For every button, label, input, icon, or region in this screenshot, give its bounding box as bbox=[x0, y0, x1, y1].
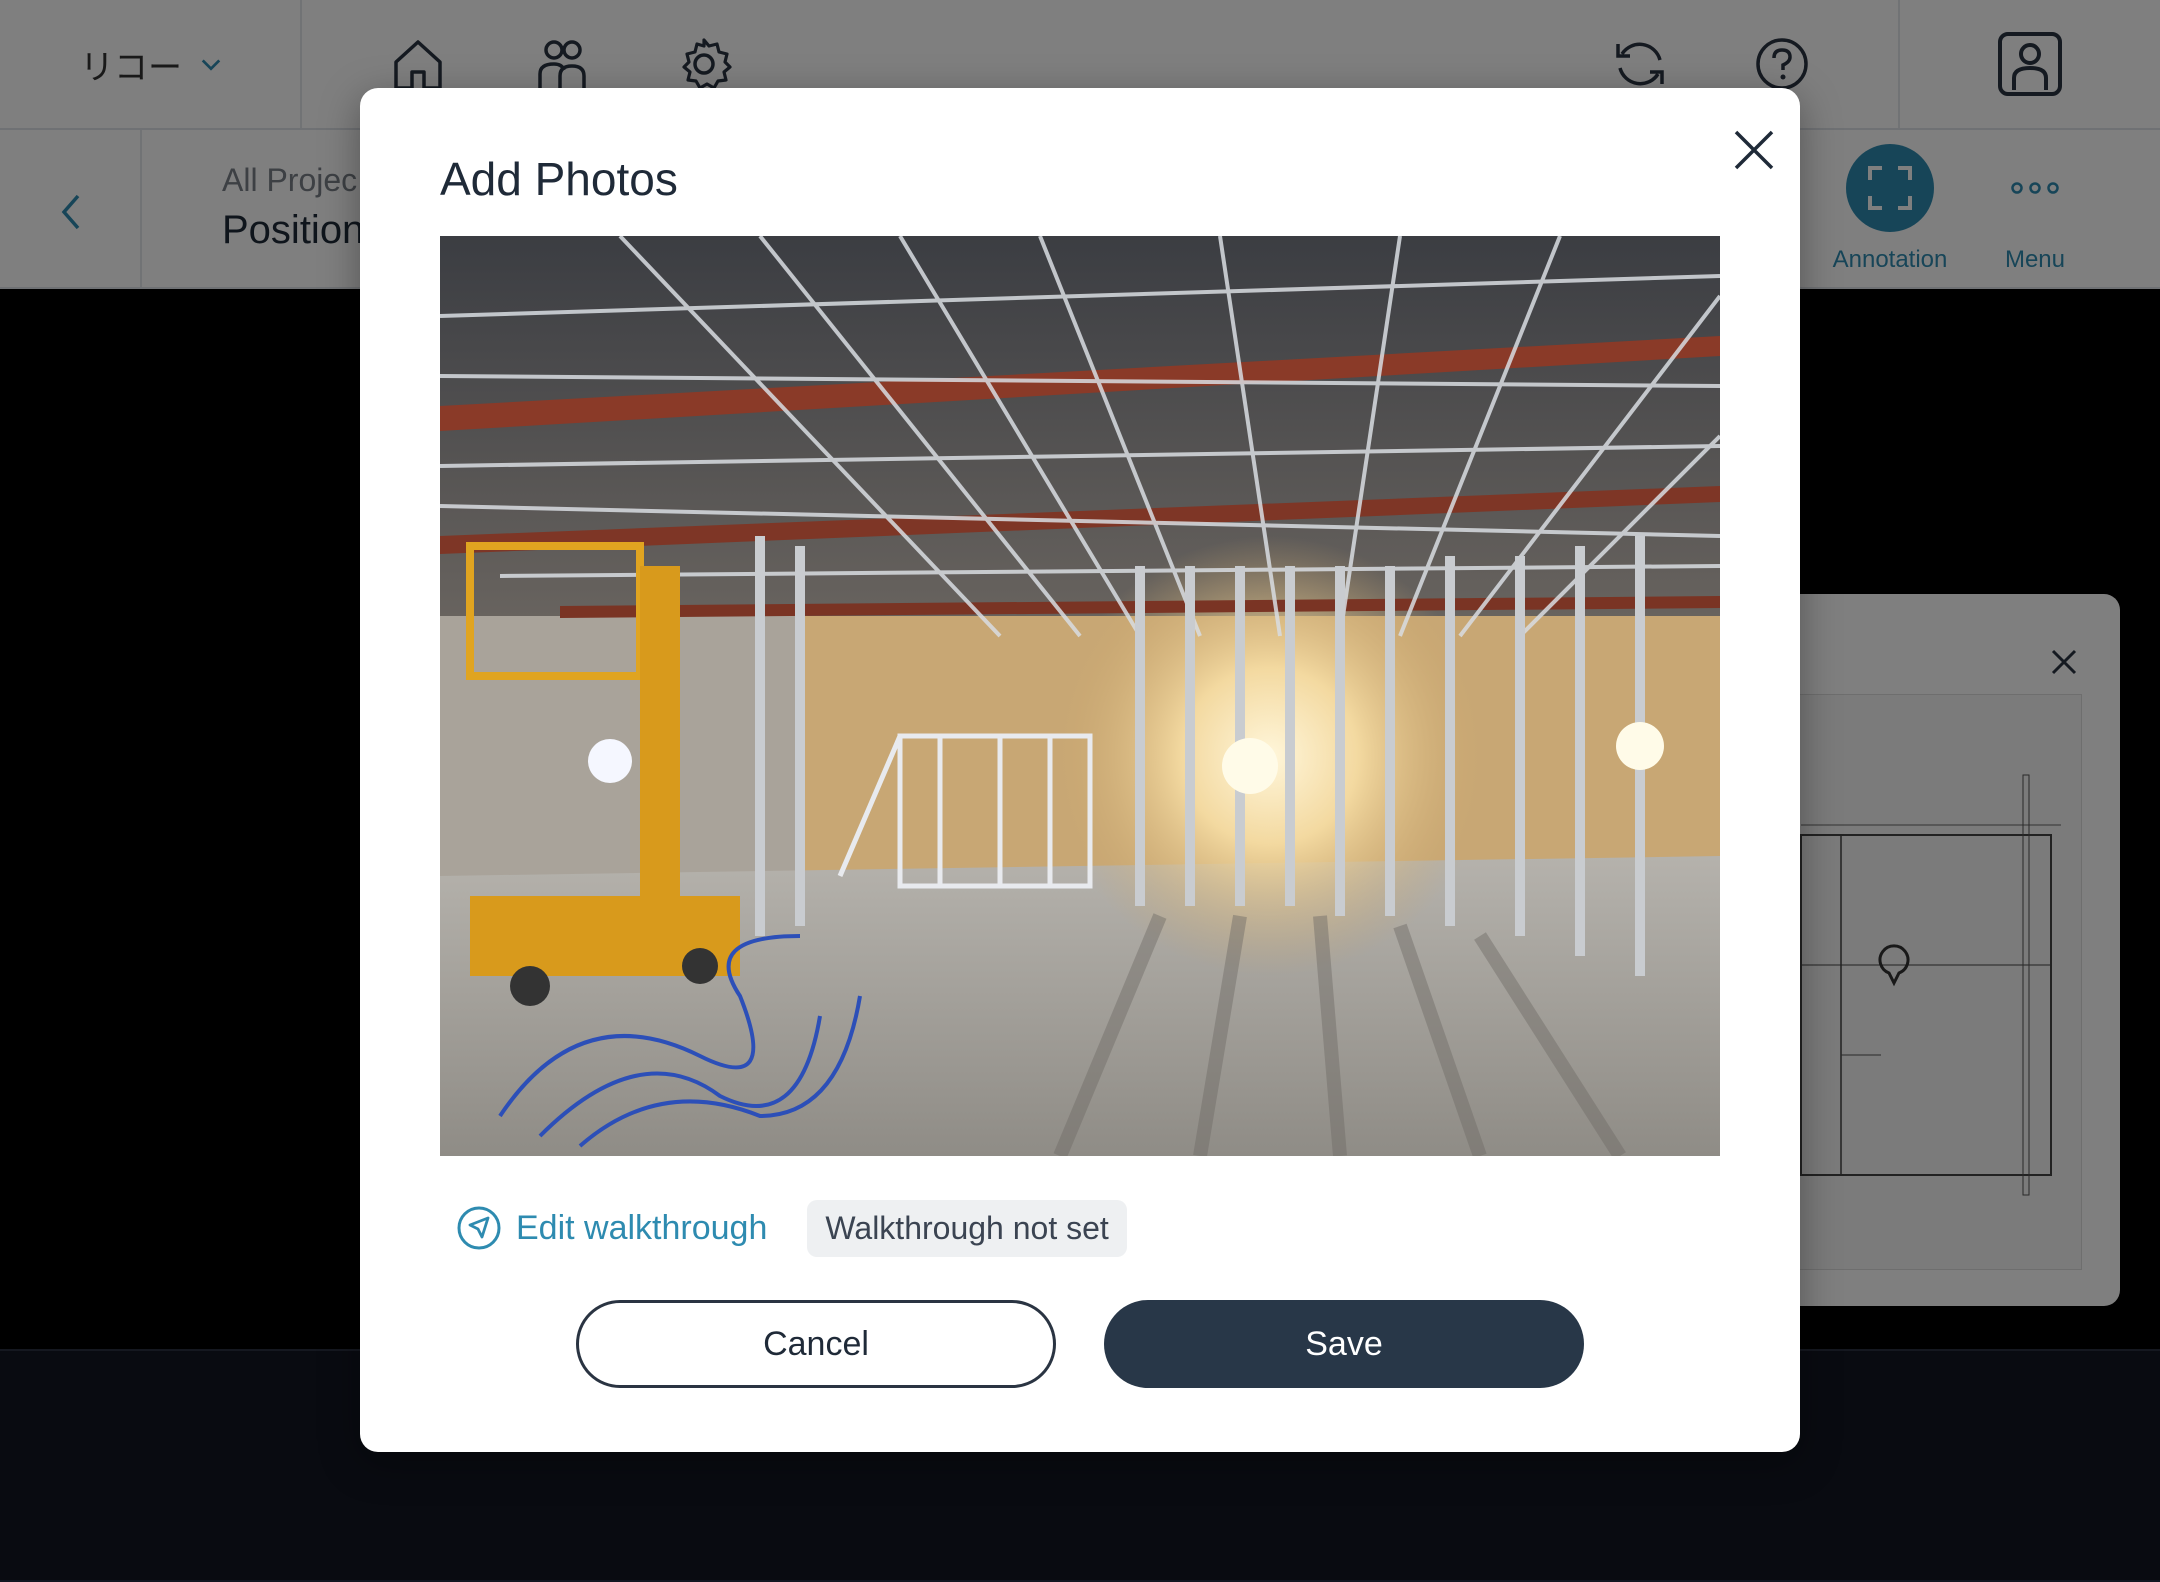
add-photos-dialog: Add Photos Edit walkthrough Walkthrough … bbox=[360, 88, 1800, 1452]
edit-walkthrough-link[interactable]: Edit walkthrough bbox=[456, 1205, 767, 1251]
edit-walkthrough-label: Edit walkthrough bbox=[516, 1208, 768, 1247]
dialog-title: Add Photos bbox=[440, 153, 678, 205]
walkthrough-row: Edit walkthrough Walkthrough not set bbox=[456, 1198, 1127, 1258]
photo-preview bbox=[440, 236, 1720, 1156]
walkthrough-status-badge: Walkthrough not set bbox=[807, 1199, 1127, 1257]
cancel-button[interactable]: Cancel bbox=[576, 1300, 1056, 1388]
close-icon bbox=[1734, 130, 1774, 170]
navigation-arrow-icon bbox=[457, 1206, 501, 1250]
close-button[interactable] bbox=[1722, 118, 1786, 182]
save-button[interactable]: Save bbox=[1104, 1300, 1584, 1388]
